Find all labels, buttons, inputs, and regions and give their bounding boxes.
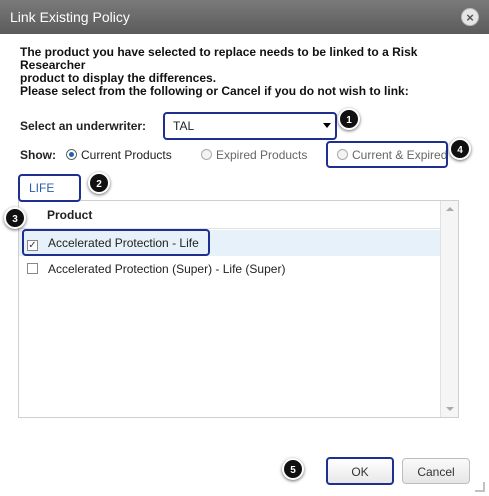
intro-text: The product you have selected to replace…	[20, 46, 480, 98]
column-header-product: Product	[19, 201, 441, 229]
radio-expired-products[interactable]: Expired Products	[201, 148, 307, 162]
table-row[interactable]: Accelerated Protection (Super) - Life (S…	[19, 256, 441, 282]
intro-line: The product you have selected to replace…	[20, 45, 418, 72]
vertical-scrollbar[interactable]	[440, 201, 458, 417]
radio-checked-icon	[66, 149, 77, 160]
underwriter-value: TAL	[173, 119, 195, 133]
underwriter-label: Select an underwriter:	[20, 119, 147, 133]
table-row[interactable]: ✓ Accelerated Protection - Life	[19, 230, 441, 256]
checkbox-unchecked[interactable]	[27, 263, 38, 274]
tab-life[interactable]: LIFE	[18, 174, 81, 202]
checkbox-checked[interactable]: ✓	[27, 240, 38, 251]
callout-badge-5: 5	[282, 458, 304, 480]
ok-button[interactable]: OK	[326, 457, 394, 485]
radio-current-and-expired[interactable]: Current & Expired	[337, 148, 447, 162]
callout-badge-2: 2	[88, 172, 110, 194]
product-name: Accelerated Protection (Super) - Life (S…	[48, 262, 286, 276]
underwriter-select[interactable]: TAL	[163, 112, 337, 140]
close-icon[interactable]: ×	[461, 8, 479, 26]
radio-current-products[interactable]: Current Products	[66, 148, 172, 162]
show-label: Show:	[20, 148, 56, 162]
dropdown-arrow-icon	[323, 123, 331, 128]
scroll-down-icon[interactable]	[446, 407, 454, 411]
product-name: Accelerated Protection - Life	[48, 236, 199, 250]
callout-badge-1: 1	[338, 108, 360, 130]
radio-unchecked-icon	[201, 149, 212, 160]
resize-grip-icon[interactable]	[475, 482, 485, 492]
scroll-up-icon[interactable]	[446, 207, 454, 211]
radio-label: Current Products	[81, 148, 172, 162]
intro-line: Please select from the following or Canc…	[20, 84, 409, 98]
callout-badge-4: 4	[449, 138, 471, 160]
product-grid: Product ✓ Accelerated Protection - Life A…	[18, 200, 459, 418]
radio-unchecked-icon	[337, 149, 348, 160]
dialog-titlebar: Link Existing Policy ×	[0, 0, 489, 34]
callout-badge-3: 3	[4, 207, 26, 229]
dialog-title: Link Existing Policy	[10, 9, 130, 25]
radio-label: Expired Products	[216, 148, 308, 162]
cancel-button[interactable]: Cancel	[402, 458, 470, 484]
radio-label: Current & Expired	[352, 148, 448, 162]
